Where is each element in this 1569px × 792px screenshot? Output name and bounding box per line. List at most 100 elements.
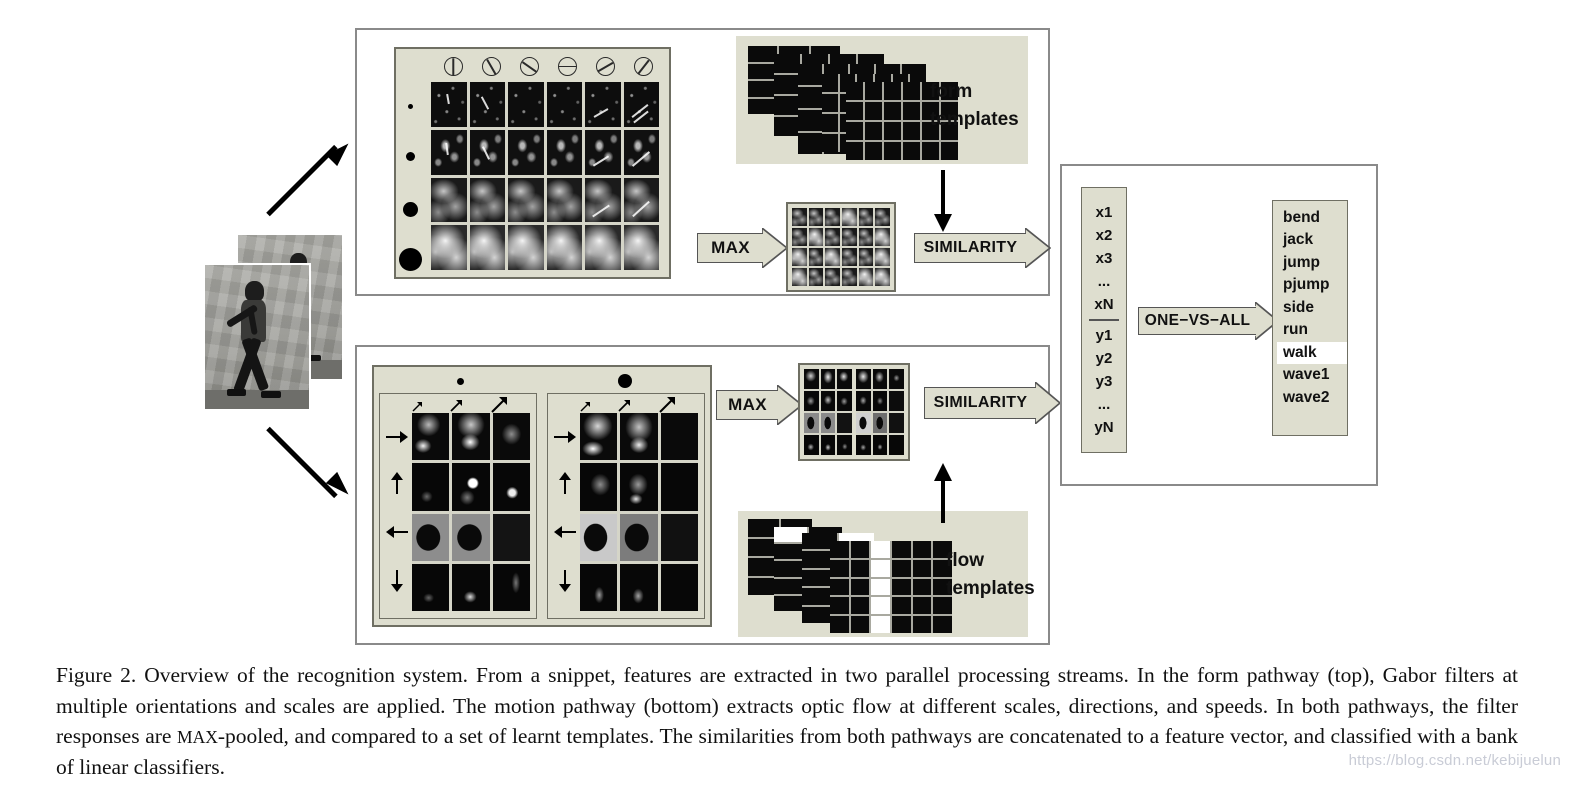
pooled-cell bbox=[872, 369, 888, 389]
flow-cell bbox=[660, 563, 698, 611]
gabor-cell bbox=[623, 129, 659, 175]
pooled-cell bbox=[858, 268, 874, 286]
pooled-cell bbox=[837, 435, 852, 455]
pooled-cell bbox=[858, 248, 874, 266]
direction-icon-up bbox=[390, 472, 404, 499]
gabor-cell bbox=[431, 129, 467, 175]
feature-x-ellipsis: ... bbox=[1097, 273, 1111, 290]
pooled-cell bbox=[820, 369, 836, 389]
pooled-cell bbox=[872, 413, 888, 433]
pooled-cell bbox=[837, 369, 852, 389]
flow-cell bbox=[580, 513, 618, 561]
flow-cell bbox=[620, 413, 658, 461]
pooled-cell bbox=[837, 391, 852, 411]
motion-pooled-half-right bbox=[856, 369, 904, 455]
flow-cell bbox=[452, 463, 490, 511]
flow-template-sheet-front bbox=[830, 541, 952, 633]
flow-templates-label-line2: templates bbox=[946, 577, 1035, 599]
gabor-cell bbox=[546, 225, 582, 270]
gabor-cell bbox=[469, 129, 505, 175]
form-templates-stack: form templates bbox=[736, 36, 1028, 164]
motion-similarity-arrow-tip bbox=[1035, 382, 1061, 424]
class-item-bend[interactable]: bend bbox=[1277, 207, 1347, 229]
pooled-cell bbox=[889, 391, 904, 411]
flow-templates-stack: flow templates bbox=[738, 511, 1035, 637]
flow-cell bbox=[492, 413, 530, 461]
flow-cell bbox=[620, 463, 658, 511]
feature-y-ellipsis: ... bbox=[1097, 396, 1111, 413]
pooled-cell bbox=[842, 248, 857, 266]
pooled-cell bbox=[808, 268, 824, 286]
pooled-cell bbox=[808, 208, 824, 226]
pooled-cell bbox=[856, 369, 871, 389]
orientation-icon-150 bbox=[634, 57, 653, 76]
pooled-cell bbox=[842, 268, 857, 286]
one-vs-all-label: ONE−VS−ALL bbox=[1144, 312, 1251, 329]
flow-cell bbox=[580, 463, 618, 511]
pooled-cell bbox=[820, 435, 836, 455]
pooled-cell bbox=[825, 208, 840, 226]
gabor-cell bbox=[431, 225, 467, 270]
flow-cell bbox=[412, 513, 450, 561]
class-list-box: bend jack jump pjump side run walk wave1… bbox=[1272, 200, 1348, 436]
class-item-jack[interactable]: jack bbox=[1277, 229, 1347, 251]
gabor-cell bbox=[546, 177, 582, 223]
feature-y1: y1 bbox=[1095, 327, 1113, 344]
motion-flow-grid-small bbox=[412, 413, 530, 611]
gabor-cell bbox=[508, 177, 544, 223]
figure-container: form templates MAX SIMILARITY MAX flow t… bbox=[0, 0, 1569, 792]
flow-cell bbox=[660, 513, 698, 561]
gabor-cell bbox=[508, 129, 544, 175]
flow-templates-label: flow templates bbox=[946, 547, 1035, 602]
pooled-cell bbox=[889, 435, 904, 455]
pooled-cell bbox=[875, 248, 890, 266]
class-item-jump[interactable]: jump bbox=[1277, 252, 1347, 274]
pooled-cell bbox=[875, 208, 890, 226]
pooled-cell bbox=[820, 391, 836, 411]
scale-dot-4 bbox=[399, 248, 422, 271]
flow-cell bbox=[412, 413, 450, 461]
feature-x1: x1 bbox=[1095, 204, 1113, 221]
gabor-cell bbox=[585, 177, 621, 223]
class-item-wave2[interactable]: wave2 bbox=[1277, 387, 1347, 409]
gabor-cell bbox=[585, 82, 621, 127]
pooled-cell bbox=[842, 228, 857, 246]
feature-x2: x2 bbox=[1095, 227, 1113, 244]
pooled-cell bbox=[808, 228, 824, 246]
direction-icon-left bbox=[386, 525, 408, 544]
gabor-cell bbox=[585, 225, 621, 270]
flow-cell bbox=[492, 563, 530, 611]
class-item-side[interactable]: side bbox=[1277, 297, 1347, 319]
class-item-run[interactable]: run bbox=[1277, 319, 1347, 341]
flow-cell bbox=[412, 563, 450, 611]
pooled-cell bbox=[837, 413, 852, 433]
watermark: https://blog.csdn.net/kebijuelun bbox=[1348, 752, 1561, 769]
pooled-cell bbox=[804, 413, 819, 433]
direction-icon-up bbox=[558, 472, 572, 499]
flow-cell bbox=[492, 463, 530, 511]
motion-max-arrow: MAX bbox=[716, 385, 803, 425]
pooled-cell bbox=[872, 435, 888, 455]
gabor-cell bbox=[623, 225, 659, 270]
scale-dot-3 bbox=[403, 202, 418, 217]
form-similarity-arrow-tip bbox=[1025, 228, 1051, 268]
feature-vector-box: x1 x2 x3 ... xN y1 y2 y3 ... yN bbox=[1081, 187, 1127, 453]
class-item-pjump[interactable]: pjump bbox=[1277, 274, 1347, 296]
motion-max-label: MAX bbox=[728, 395, 767, 414]
flow-cell bbox=[452, 563, 490, 611]
gabor-cell bbox=[585, 129, 621, 175]
gabor-cell bbox=[469, 225, 505, 270]
motion-similarity-label: SIMILARITY bbox=[933, 394, 1028, 411]
pooled-cell bbox=[856, 391, 871, 411]
gabor-cell bbox=[431, 82, 467, 127]
flow-cell bbox=[452, 413, 490, 461]
pooled-cell bbox=[808, 248, 824, 266]
pooled-cell bbox=[856, 413, 871, 433]
motion-flow-grid-large bbox=[580, 413, 698, 611]
pooled-cell bbox=[792, 228, 807, 246]
class-item-wave1[interactable]: wave1 bbox=[1277, 364, 1347, 386]
motion-scale-dot-large bbox=[618, 374, 632, 388]
caption-part2: -pooled, and compared to a set of learnt… bbox=[56, 724, 1518, 779]
class-item-walk-selected[interactable]: walk bbox=[1277, 341, 1347, 365]
flow-cell bbox=[580, 563, 618, 611]
